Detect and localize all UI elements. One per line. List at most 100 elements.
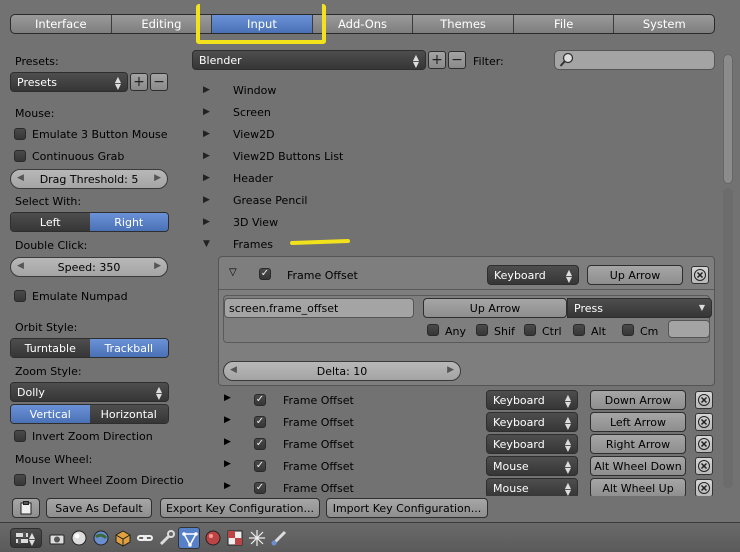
modifier-alt-checkbox[interactable] xyxy=(573,324,585,336)
item-device-dropdown[interactable]: Mouse ▲ ▼ xyxy=(486,478,578,498)
tab-file[interactable]: File xyxy=(514,15,615,33)
zoom-style-dropdown[interactable]: Dolly ▲ ▼ xyxy=(10,382,169,402)
expand-triangle-icon[interactable]: ▶ xyxy=(203,85,217,95)
select-left-button[interactable]: Left xyxy=(11,213,90,231)
item-enabled-checkbox[interactable]: ✓ xyxy=(254,394,266,406)
item-device-dropdown[interactable]: Keyboard ▲ ▼ xyxy=(486,390,578,410)
expand-triangle-icon[interactable]: ▶ xyxy=(203,151,217,161)
expanded-device-dropdown[interactable]: Keyboard ▲ ▼ xyxy=(487,265,579,285)
double-click-speed-slider[interactable]: ◀ Speed: 350 ▶ xyxy=(10,257,168,277)
item-device-dropdown[interactable]: Keyboard ▲ ▼ xyxy=(486,412,578,432)
item-key-button[interactable]: Down Arrow xyxy=(590,390,686,410)
invert-wheel-checkbox[interactable] xyxy=(14,474,26,486)
save-as-default-button[interactable]: Save As Default xyxy=(46,498,152,518)
world-icon[interactable] xyxy=(70,529,88,547)
item-key-button[interactable]: Alt Wheel Up xyxy=(590,478,686,498)
expand-triangle-icon[interactable]: ▶ xyxy=(224,459,231,469)
add-preset-button[interactable]: + xyxy=(130,73,148,91)
tab-system[interactable]: System xyxy=(614,15,714,33)
tab-add-ons[interactable]: Add-Ons xyxy=(313,15,414,33)
add-keymap-button[interactable]: + xyxy=(428,51,446,69)
physics-icon[interactable] xyxy=(270,529,288,547)
presets-dropdown[interactable]: Presets ▲ ▼ xyxy=(10,72,128,92)
item-enabled-checkbox[interactable]: ✓ xyxy=(254,482,266,494)
remove-item-button[interactable] xyxy=(695,479,713,497)
event-type-dropdown[interactable]: Press ▼ xyxy=(567,298,712,318)
slider-right-arrow-icon[interactable]: ▶ xyxy=(447,365,454,375)
drag-threshold-slider[interactable]: ◀ Drag Threshold: 5 ▶ xyxy=(10,169,168,189)
camera-icon[interactable] xyxy=(48,529,66,547)
collapse-triangle-icon[interactable]: ▽ xyxy=(229,267,237,278)
expand-triangle-icon[interactable]: ▶ xyxy=(203,129,217,139)
tree-item-frames[interactable]: ▼ Frames xyxy=(203,235,273,253)
modifier-any-checkbox[interactable] xyxy=(427,324,439,336)
remove-keymap-button[interactable]: − xyxy=(448,51,466,69)
tab-interface[interactable]: Interface xyxy=(11,15,112,33)
operator-id-field[interactable]: screen.frame_offset xyxy=(224,298,414,318)
orbit-turntable-button[interactable]: Turntable xyxy=(11,339,90,357)
modifier-ctrl-checkbox[interactable] xyxy=(524,324,536,336)
item-device-dropdown[interactable]: Mouse ▲ ▼ xyxy=(486,456,578,476)
item-key-button[interactable]: Alt Wheel Down xyxy=(590,456,686,476)
tab-themes[interactable]: Themes xyxy=(413,15,514,33)
tree-item-view2d[interactable]: ▶ View2D xyxy=(203,125,275,143)
remove-item-button[interactable] xyxy=(695,413,713,431)
expand-triangle-icon[interactable]: ▶ xyxy=(224,437,231,447)
expanded-key-button[interactable]: Up Arrow xyxy=(587,265,683,285)
slider-right-arrow-icon[interactable]: ▶ xyxy=(154,261,161,271)
collapse-triangle-icon[interactable]: ▼ xyxy=(203,239,217,249)
scrollbar-track[interactable] xyxy=(723,188,733,488)
cube-icon[interactable] xyxy=(114,529,132,547)
tree-item-grease-pencil[interactable]: ▶ Grease Pencil xyxy=(203,191,307,209)
key-capture-button[interactable]: Up Arrow xyxy=(423,298,567,318)
item-device-dropdown[interactable]: Keyboard ▲ ▼ xyxy=(486,434,578,454)
invert-zoom-checkbox[interactable] xyxy=(14,430,26,442)
remove-item-button[interactable] xyxy=(695,435,713,453)
zoom-vertical-button[interactable]: Vertical xyxy=(11,405,90,423)
editor-menu-button[interactable] xyxy=(12,498,40,518)
expand-triangle-icon[interactable]: ▶ xyxy=(224,415,231,425)
export-key-config-button[interactable]: Export Key Configuration... xyxy=(160,498,320,518)
item-key-button[interactable]: Left Arrow xyxy=(590,412,686,432)
globe-icon[interactable] xyxy=(92,529,110,547)
slider-left-arrow-icon[interactable]: ◀ xyxy=(17,261,24,271)
select-right-button[interactable]: Right xyxy=(89,213,168,231)
key-modifier-field[interactable] xyxy=(668,320,710,338)
slider-right-arrow-icon[interactable]: ▶ xyxy=(154,173,161,183)
remove-preset-button[interactable]: − xyxy=(150,73,168,91)
expand-triangle-icon[interactable]: ▶ xyxy=(203,217,217,227)
import-key-config-button[interactable]: Import Key Configuration... xyxy=(326,498,488,518)
modifier-cmd-checkbox[interactable] xyxy=(622,324,634,336)
remove-item-button[interactable] xyxy=(695,457,713,475)
active-header-button[interactable] xyxy=(178,527,200,549)
item-enabled-checkbox[interactable]: ✓ xyxy=(254,416,266,428)
item-enabled-checkbox[interactable]: ✓ xyxy=(254,460,266,472)
tree-item-3d-view[interactable]: ▶ 3D View xyxy=(203,213,278,231)
emulate-3-button-checkbox[interactable] xyxy=(14,128,26,140)
particles-icon[interactable] xyxy=(248,529,266,547)
continuous-grab-checkbox[interactable] xyxy=(14,150,26,162)
link-icon[interactable] xyxy=(136,529,154,547)
item-enabled-checkbox[interactable]: ✓ xyxy=(254,438,266,450)
keymap-preset-dropdown[interactable]: Blender ▲ ▼ xyxy=(192,50,426,70)
tree-item-view2d-buttons-list[interactable]: ▶ View2D Buttons List xyxy=(203,147,343,165)
expand-triangle-icon[interactable]: ▶ xyxy=(203,107,217,117)
texture-checker-icon[interactable] xyxy=(226,529,244,547)
slider-left-arrow-icon[interactable]: ◀ xyxy=(230,365,237,375)
expand-triangle-icon[interactable]: ▶ xyxy=(203,173,217,183)
delta-slider[interactable]: ◀ Delta: 10 ▶ xyxy=(223,361,461,381)
modifier-shift-checkbox[interactable] xyxy=(476,324,488,336)
expand-triangle-icon[interactable]: ▶ xyxy=(224,481,231,491)
tree-item-window[interactable]: ▶ Window xyxy=(203,81,276,99)
tree-item-screen[interactable]: ▶ Screen xyxy=(203,103,271,121)
scrollbar-thumb[interactable] xyxy=(723,54,733,184)
tree-item-header[interactable]: ▶ Header xyxy=(203,169,273,187)
filter-search-input[interactable] xyxy=(554,50,715,70)
material-sphere-icon[interactable] xyxy=(204,529,222,547)
wrench-icon[interactable] xyxy=(158,529,176,547)
expanded-item-enabled-checkbox[interactable]: ✓ xyxy=(259,268,271,280)
editor-type-dropdown[interactable]: ▲ ▼ xyxy=(10,528,42,548)
emulate-numpad-checkbox[interactable] xyxy=(14,290,26,302)
remove-item-button[interactable] xyxy=(691,266,709,284)
remove-item-button[interactable] xyxy=(695,391,713,409)
